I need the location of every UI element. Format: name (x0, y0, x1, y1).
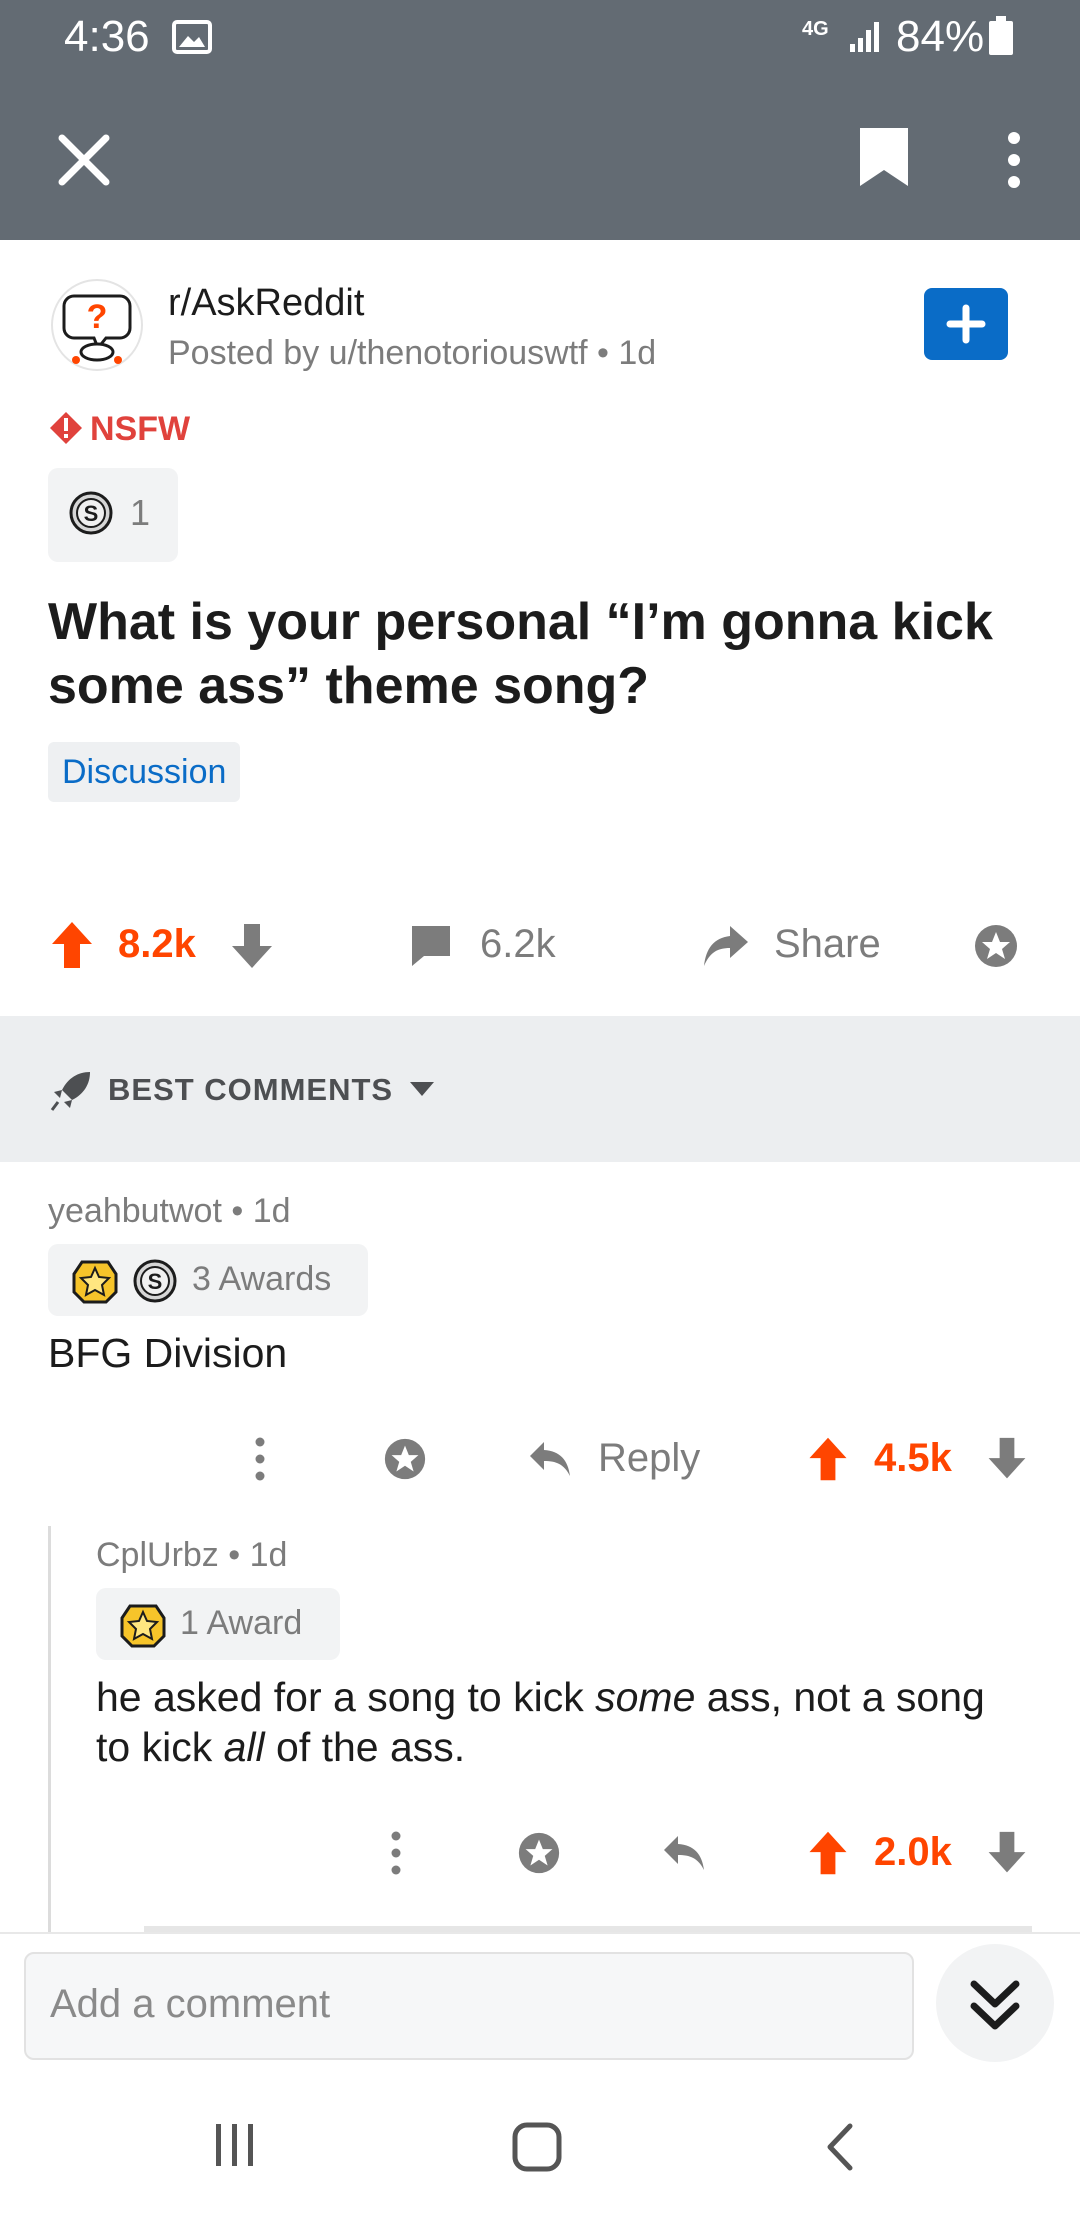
downvote-icon[interactable] (228, 922, 276, 972)
award-icon[interactable] (972, 922, 1020, 970)
comment-1-more-icon[interactable] (246, 1436, 274, 1482)
comment-2-score: 2.0k (874, 1830, 952, 1874)
gold-award-icon (120, 1602, 166, 1648)
share-label[interactable]: Share (774, 922, 881, 967)
gold-award-icon (72, 1258, 118, 1304)
share-icon[interactable] (700, 920, 750, 972)
comment-2-upvote-icon[interactable] (804, 1828, 852, 1878)
post-title-line-1: What is your personal “I’m gonna kick (48, 593, 993, 651)
app-top-bar: 4:36 4G 84% (0, 0, 1080, 240)
subreddit-avatar[interactable]: ? (50, 278, 144, 372)
gallery-icon (172, 20, 212, 54)
nsfw-icon (48, 410, 84, 446)
more-vert-icon[interactable] (996, 128, 1032, 192)
recent-apps-icon[interactable] (210, 2120, 260, 2170)
comment-1-awards-label: 3 Awards (192, 1260, 332, 1298)
nsfw-label: NSFW (90, 410, 191, 448)
chevron-down-icon (408, 1078, 436, 1098)
post-age: 1d (618, 334, 657, 372)
battery-icon (988, 16, 1014, 56)
comment-2-awards[interactable]: 1 Award (96, 1588, 340, 1660)
next-comment-button[interactable] (936, 1944, 1054, 2062)
comment-1-reply-label[interactable]: Reply (598, 1436, 700, 1481)
rocket-icon (50, 1068, 94, 1112)
signal-icon (848, 18, 884, 54)
comment-icon[interactable] (408, 922, 454, 970)
comment-1-body: BFG Division (48, 1330, 288, 1376)
comment-1-age: 1d (252, 1192, 291, 1230)
comment-2-body: he asked for a song to kick some ass, no… (96, 1674, 985, 1770)
post-score: 8.2k (118, 922, 196, 966)
posted-by[interactable]: Posted by u/thenotoriouswtf (168, 334, 588, 372)
post-flair[interactable]: Discussion (48, 742, 241, 802)
silver-award-icon: S (68, 490, 114, 536)
comment-1-award-icon[interactable] (382, 1436, 428, 1482)
comment-2-age: 1d (249, 1536, 288, 1574)
comment-2-reply-icon[interactable] (660, 1830, 706, 1876)
collapsed-comment-preview (144, 1926, 1032, 1932)
post-title[interactable]: What is your personal “I’m gonna kick so… (48, 590, 1038, 718)
double-chevron-down-icon (970, 1980, 1020, 2030)
post-title-line-2: some ass” theme song? (48, 657, 650, 715)
comment-1-awards[interactable]: S 3 Awards (48, 1244, 368, 1316)
comment-1-author[interactable]: yeahbutwot (48, 1192, 222, 1230)
status-time: 4:36 (64, 12, 150, 61)
comment-2-award-icon[interactable] (516, 1830, 562, 1876)
plus-icon (946, 304, 986, 344)
silver-award-icon: S (132, 1258, 178, 1304)
sort-label: BEST COMMENTS (108, 1072, 394, 1107)
bottom-bar: Add a comment (0, 1926, 1080, 2222)
close-icon[interactable] (52, 128, 116, 192)
add-comment-placeholder: Add a comment (50, 1982, 331, 2026)
comment-count: 6.2k (480, 922, 556, 966)
add-comment-input[interactable]: Add a comment (24, 1952, 914, 2060)
network-type: 4G (802, 18, 829, 40)
svg-text:?: ? (87, 298, 108, 336)
post-meta: Posted by u/thenotoriouswtf • 1d (168, 334, 657, 372)
home-icon[interactable] (510, 2120, 564, 2174)
subreddit-name[interactable]: r/AskReddit (168, 282, 364, 325)
comment-2-meta: CplUrbz • 1d (96, 1536, 288, 1574)
battery-percent: 84% (896, 12, 985, 61)
comment-1-upvote-icon[interactable] (804, 1434, 852, 1484)
comment-2-awards-label: 1 Award (180, 1604, 303, 1642)
comment-1-meta: yeahbutwot • 1d (48, 1192, 291, 1230)
post-awards[interactable]: S 1 (48, 468, 178, 562)
comment-2-author[interactable]: CplUrbz (96, 1536, 219, 1574)
upvote-icon[interactable] (48, 918, 96, 972)
comment-sort-bar[interactable]: BEST COMMENTS (0, 1016, 1080, 1162)
comment-1-downvote-icon[interactable] (984, 1436, 1030, 1482)
comment-2-more-icon[interactable] (382, 1830, 410, 1876)
svg-text:S: S (148, 1269, 163, 1294)
reply-icon[interactable] (526, 1436, 572, 1482)
comment-1-score: 4.5k (874, 1436, 952, 1480)
post-award-count: 1 (130, 492, 151, 533)
join-button[interactable] (924, 288, 1008, 360)
bookmark-icon[interactable] (856, 124, 912, 190)
comment-2-downvote-icon[interactable] (984, 1830, 1030, 1876)
thread-line[interactable] (48, 1526, 51, 1932)
back-icon[interactable] (820, 2120, 860, 2174)
svg-text:S: S (84, 501, 99, 526)
